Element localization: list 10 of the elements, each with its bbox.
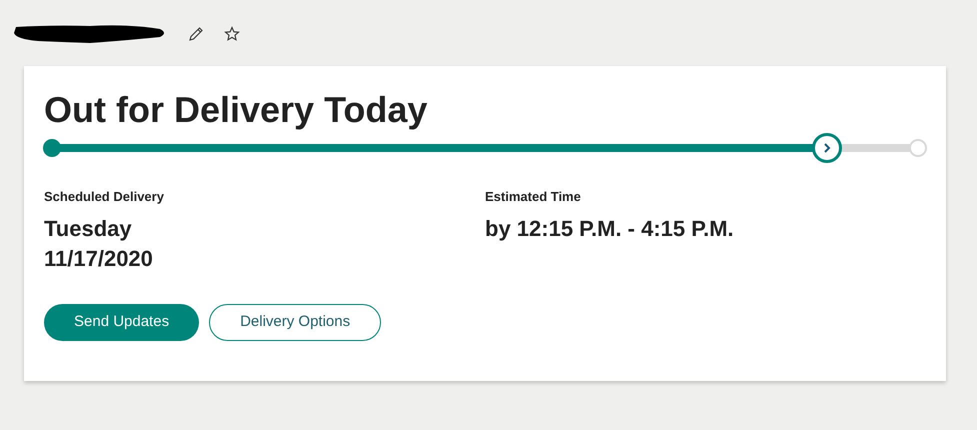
star-icon[interactable]	[224, 26, 240, 42]
send-updates-button[interactable]: Send Updates	[44, 304, 200, 341]
detail-label: Scheduled Delivery	[44, 188, 165, 206]
detail-label: Estimated Time	[485, 188, 582, 206]
status-title: Out for Delivery Today	[44, 88, 428, 132]
chevron-right-icon	[823, 143, 832, 153]
pencil-icon[interactable]	[188, 26, 204, 42]
delivery-options-button[interactable]: Delivery Options	[209, 304, 382, 341]
detail-value: Tuesday 11/17/2020	[44, 215, 154, 273]
detail-value: by 12:15 P.M. - 4:15 P.M.	[485, 215, 735, 243]
